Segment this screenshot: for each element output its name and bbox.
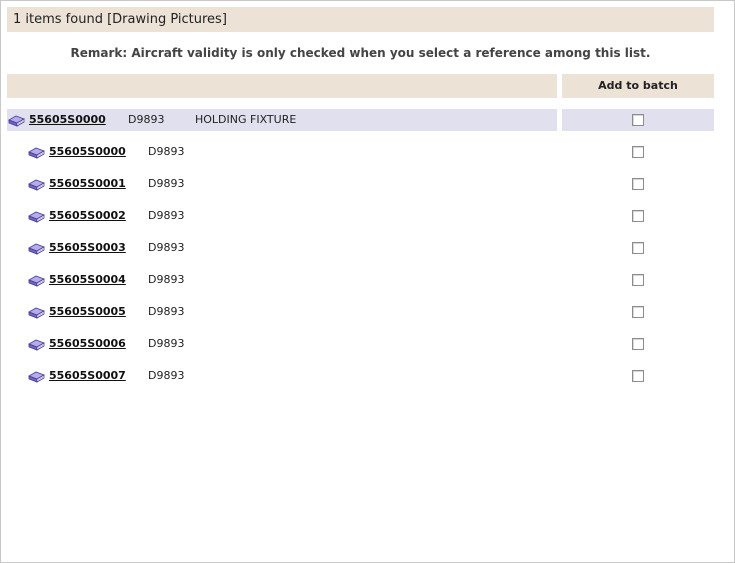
add-to-batch-checkbox[interactable] — [632, 370, 644, 382]
results-header-bar: 1 items found [Drawing Pictures] — [7, 7, 714, 32]
book-icon — [28, 307, 45, 319]
add-to-batch-checkbox[interactable] — [632, 178, 644, 190]
reference-link[interactable]: 55605S0003 — [49, 237, 126, 259]
reference-code: D9893 — [148, 305, 185, 318]
parent-row-batch-cell — [562, 109, 714, 131]
row-batch-cell — [562, 365, 714, 387]
row-batch-cell — [562, 333, 714, 355]
remark-text: Remark: Aircraft validity is only checke… — [70, 46, 651, 60]
row-left-cell: 55605S0005 D9893 — [7, 301, 557, 323]
table-row: 55605S0001 D9893 — [7, 173, 714, 195]
table-row: 55605S0006 D9893 — [7, 333, 714, 355]
table-row: 55605S0007 D9893 — [7, 365, 714, 387]
row-left-cell: 55605S0004 D9893 — [7, 269, 557, 291]
row-left-cell: 55605S0002 D9893 — [7, 205, 557, 227]
column-header-reference — [7, 74, 557, 98]
book-icon — [28, 243, 45, 255]
reference-code: D9893 — [148, 209, 185, 222]
reference-code: D9893 — [148, 145, 185, 158]
reference-link[interactable]: 55605S0002 — [49, 205, 126, 227]
reference-code: D9893 — [128, 113, 165, 126]
table-row: 55605S0000 D9893 — [7, 141, 714, 163]
reference-link[interactable]: 55605S0000 — [29, 109, 106, 131]
results-frame: 1 items found [Drawing Pictures] Remark:… — [0, 0, 735, 563]
add-to-batch-checkbox[interactable] — [632, 210, 644, 222]
add-to-batch-checkbox[interactable] — [632, 114, 644, 126]
reference-code: D9893 — [148, 273, 185, 286]
row-batch-cell — [562, 301, 714, 323]
table-row: 55605S0005 D9893 — [7, 301, 714, 323]
reference-link[interactable]: 55605S0005 — [49, 301, 126, 323]
reference-code: D9893 — [148, 241, 185, 254]
row-batch-cell — [562, 141, 714, 163]
reference-link[interactable]: 55605S0001 — [49, 173, 126, 195]
reference-code: D9893 — [148, 369, 185, 382]
table-row-parent: 55605S0000 D9893 HOLDING FIXTURE — [7, 109, 714, 131]
book-icon — [28, 147, 45, 159]
reference-link[interactable]: 55605S0006 — [49, 333, 126, 355]
table-row: 55605S0002 D9893 — [7, 205, 714, 227]
row-batch-cell — [562, 205, 714, 227]
add-to-batch-checkbox[interactable] — [632, 242, 644, 254]
book-icon — [28, 275, 45, 287]
reference-link[interactable]: 55605S0004 — [49, 269, 126, 291]
column-header-add-to-batch: Add to batch — [562, 74, 714, 98]
row-left-cell: 55605S0001 D9893 — [7, 173, 557, 195]
table-row: 55605S0003 D9893 — [7, 237, 714, 259]
add-to-batch-checkbox[interactable] — [632, 338, 644, 350]
book-icon — [28, 371, 45, 383]
reference-description: HOLDING FIXTURE — [195, 113, 297, 126]
reference-link[interactable]: 55605S0000 — [49, 141, 126, 163]
add-to-batch-checkbox[interactable] — [632, 146, 644, 158]
book-icon — [28, 211, 45, 223]
row-left-cell: 55605S0000 D9893 — [7, 141, 557, 163]
add-to-batch-label: Add to batch — [598, 79, 678, 92]
row-left-cell: 55605S0006 D9893 — [7, 333, 557, 355]
book-icon — [8, 115, 25, 127]
book-icon — [28, 179, 45, 191]
add-to-batch-checkbox[interactable] — [632, 306, 644, 318]
book-icon — [28, 339, 45, 351]
row-batch-cell — [562, 269, 714, 291]
row-batch-cell — [562, 237, 714, 259]
add-to-batch-checkbox[interactable] — [632, 274, 644, 286]
row-batch-cell — [562, 173, 714, 195]
results-count-title: 1 items found [Drawing Pictures] — [13, 12, 227, 27]
parent-row-left-cell: 55605S0000 D9893 HOLDING FIXTURE — [7, 109, 557, 131]
row-left-cell: 55605S0003 D9893 — [7, 237, 557, 259]
reference-code: D9893 — [148, 337, 185, 350]
row-left-cell: 55605S0007 D9893 — [7, 365, 557, 387]
reference-code: D9893 — [148, 177, 185, 190]
table-row: 55605S0004 D9893 — [7, 269, 714, 291]
reference-link[interactable]: 55605S0007 — [49, 365, 126, 387]
